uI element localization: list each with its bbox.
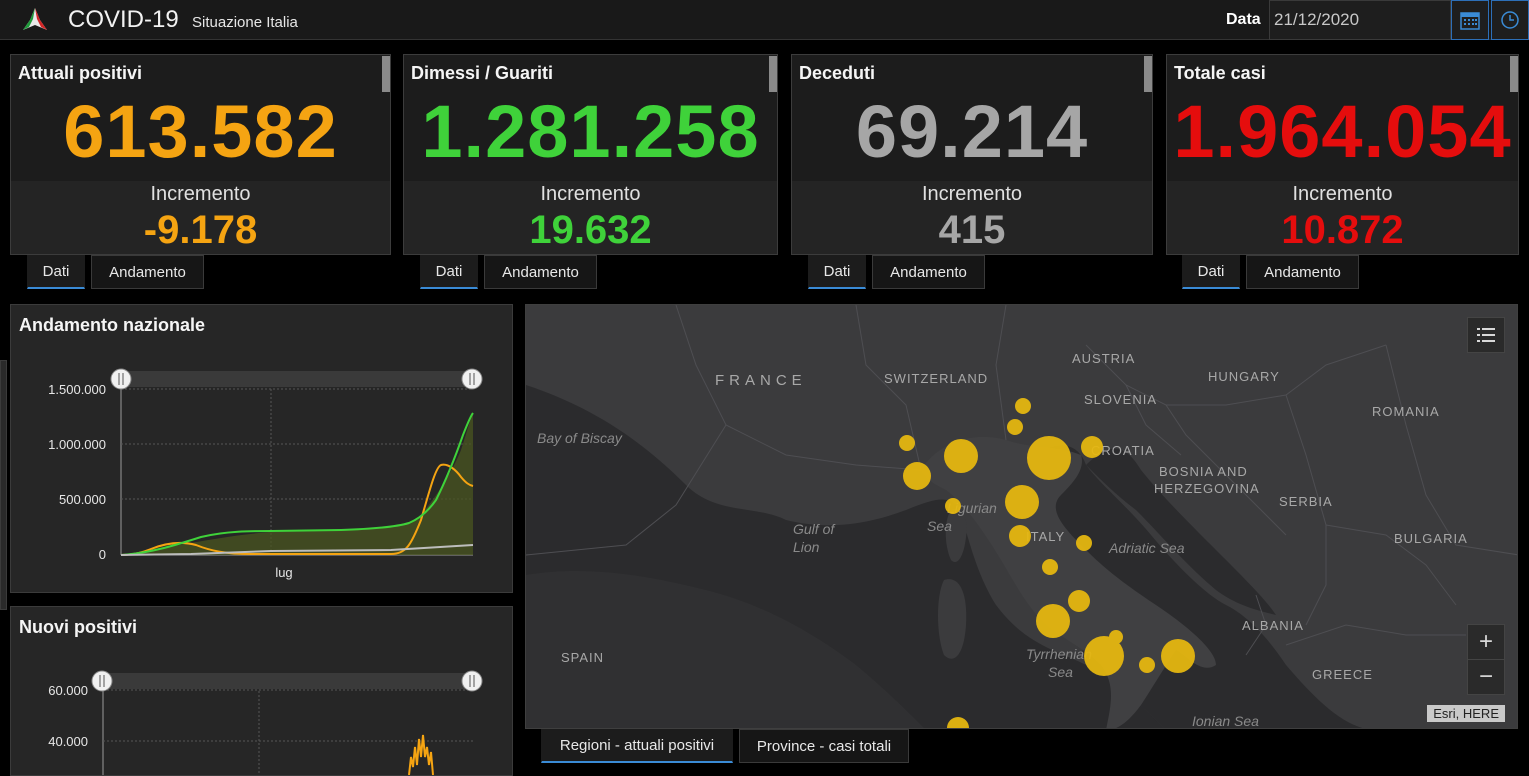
increment-value: 19.632 [529, 208, 652, 252]
region-bubble[interactable] [1009, 525, 1031, 547]
y-tick-label: 40.000 [48, 734, 88, 749]
date-label: Data [1226, 11, 1261, 28]
italy-star-logo-icon [23, 8, 47, 30]
legend-button[interactable] [1467, 317, 1505, 353]
tab-dati[interactable]: Dati [808, 255, 866, 289]
range-handle-left[interactable] [110, 368, 132, 390]
x-tick-label: lug [275, 565, 292, 580]
region-bubble[interactable] [945, 498, 961, 514]
legend-list-icon [1477, 328, 1495, 342]
region-bubble[interactable] [947, 717, 969, 729]
tab-dati[interactable]: Dati [1182, 255, 1240, 289]
region-bubble[interactable] [1007, 419, 1023, 435]
card-tabs: Dati Andamento [1182, 255, 1365, 289]
y-tick-label: 1.500.000 [48, 382, 106, 397]
tab-andamento[interactable]: Andamento [1246, 255, 1359, 289]
y-tick-label: 1.000.000 [48, 437, 106, 452]
card-scrollbar[interactable] [769, 56, 777, 92]
panel-title: Andamento nazionale [19, 315, 206, 335]
y-tick-label: 500.000 [59, 492, 106, 507]
region-bubbles [899, 398, 1195, 729]
region-bubble[interactable] [944, 439, 978, 473]
card-title: Totale casi [1174, 63, 1266, 83]
card-tabs: Dati Andamento [420, 255, 603, 289]
increment-value: 10.872 [1281, 208, 1404, 252]
app-subtitle: Situazione Italia [192, 14, 298, 31]
card-dimessi-guariti: Dimessi / Guariti 1.281.258 Incremento 1… [403, 54, 778, 255]
card-attuali-positivi: Attuali positivi 613.582 Incremento -9.1… [10, 54, 391, 255]
card-title: Attuali positivi [18, 63, 143, 83]
range-handle-right[interactable] [461, 368, 483, 390]
tab-regioni[interactable]: Regioni - attuali positivi [541, 729, 733, 763]
range-handle-left[interactable] [91, 670, 113, 692]
map-tabs: Regioni - attuali positivi Province - ca… [541, 729, 915, 763]
increment-label: Incremento [150, 183, 251, 205]
zoom-out-button[interactable]: − [1467, 659, 1505, 695]
panel-title: Nuovi positivi [19, 617, 138, 637]
tab-andamento[interactable]: Andamento [872, 255, 985, 289]
card-value: 1.964.054 [1173, 90, 1512, 173]
range-slider-track[interactable] [123, 371, 472, 387]
region-bubble[interactable] [899, 435, 915, 451]
region-bubble[interactable] [1036, 604, 1070, 638]
tab-dati[interactable]: Dati [27, 255, 85, 289]
range-slider-track[interactable] [103, 673, 473, 689]
range-handle-right[interactable] [461, 670, 483, 692]
card-tabs: Dati Andamento [27, 255, 210, 289]
region-bubble[interactable] [1042, 559, 1058, 575]
increment-value: -9.178 [143, 208, 258, 252]
card-scrollbar[interactable] [1510, 56, 1518, 92]
map-view[interactable]: FRANCE SWITZERLAND AUSTRIA HUNGARY SLOVE… [525, 304, 1518, 729]
zoom-in-button[interactable]: + [1467, 624, 1505, 660]
region-bubble[interactable] [1081, 436, 1103, 458]
clock-button[interactable] [1491, 0, 1529, 40]
increment-label: Incremento [1292, 183, 1393, 205]
region-bubble[interactable] [1084, 636, 1124, 676]
calendar-icon [1460, 12, 1480, 30]
increment-label: Incremento [540, 183, 641, 205]
card-title: Dimessi / Guariti [411, 63, 554, 83]
region-bubble[interactable] [1027, 436, 1071, 480]
card-title: Deceduti [799, 63, 876, 83]
card-scrollbar[interactable] [382, 56, 390, 92]
increment-label: Incremento [921, 183, 1023, 205]
card-totale-casi: Totale casi 1.964.054 Incremento 10.872 [1166, 54, 1519, 255]
card-value: 1.281.258 [421, 90, 760, 173]
card-value: 69.214 [855, 90, 1089, 173]
new-positives-panel: 60.000 40.000 Nuovi positivi [10, 606, 513, 776]
card-deceduti: Deceduti 69.214 Incremento 415 [791, 54, 1153, 255]
region-bubble[interactable] [1161, 639, 1195, 673]
clock-icon [1501, 11, 1519, 29]
calendar-button[interactable] [1451, 0, 1489, 40]
region-bubble[interactable] [1139, 657, 1155, 673]
tab-andamento[interactable]: Andamento [91, 255, 204, 289]
region-bubble[interactable] [1068, 590, 1090, 612]
side-panel-edge [0, 360, 7, 610]
region-bubble[interactable] [903, 462, 931, 490]
area-fill [121, 413, 473, 555]
national-trend-panel: 1.500.000 1.000.000 500.000 0 lug Andame… [10, 304, 513, 593]
app-title: COVID-19 [68, 6, 179, 33]
map-attribution: Esri, HERE [1427, 705, 1505, 722]
region-bubble[interactable] [1076, 535, 1092, 551]
tab-province[interactable]: Province - casi totali [739, 729, 909, 763]
region-bubble[interactable] [1015, 398, 1031, 414]
y-tick-label: 60.000 [48, 683, 88, 698]
top-bar: COVID-19 Situazione Italia Data [0, 0, 1529, 40]
region-bubble[interactable] [1005, 485, 1039, 519]
date-input[interactable] [1269, 0, 1451, 40]
card-value: 613.582 [63, 90, 338, 173]
tab-andamento[interactable]: Andamento [484, 255, 597, 289]
card-scrollbar[interactable] [1144, 56, 1152, 92]
y-tick-label: 0 [99, 547, 106, 562]
card-tabs: Dati Andamento [808, 255, 991, 289]
increment-value: 415 [938, 208, 1006, 252]
tab-dati[interactable]: Dati [420, 255, 478, 289]
national-trend-chart: 1.500.000 1.000.000 500.000 0 lug [48, 368, 483, 580]
